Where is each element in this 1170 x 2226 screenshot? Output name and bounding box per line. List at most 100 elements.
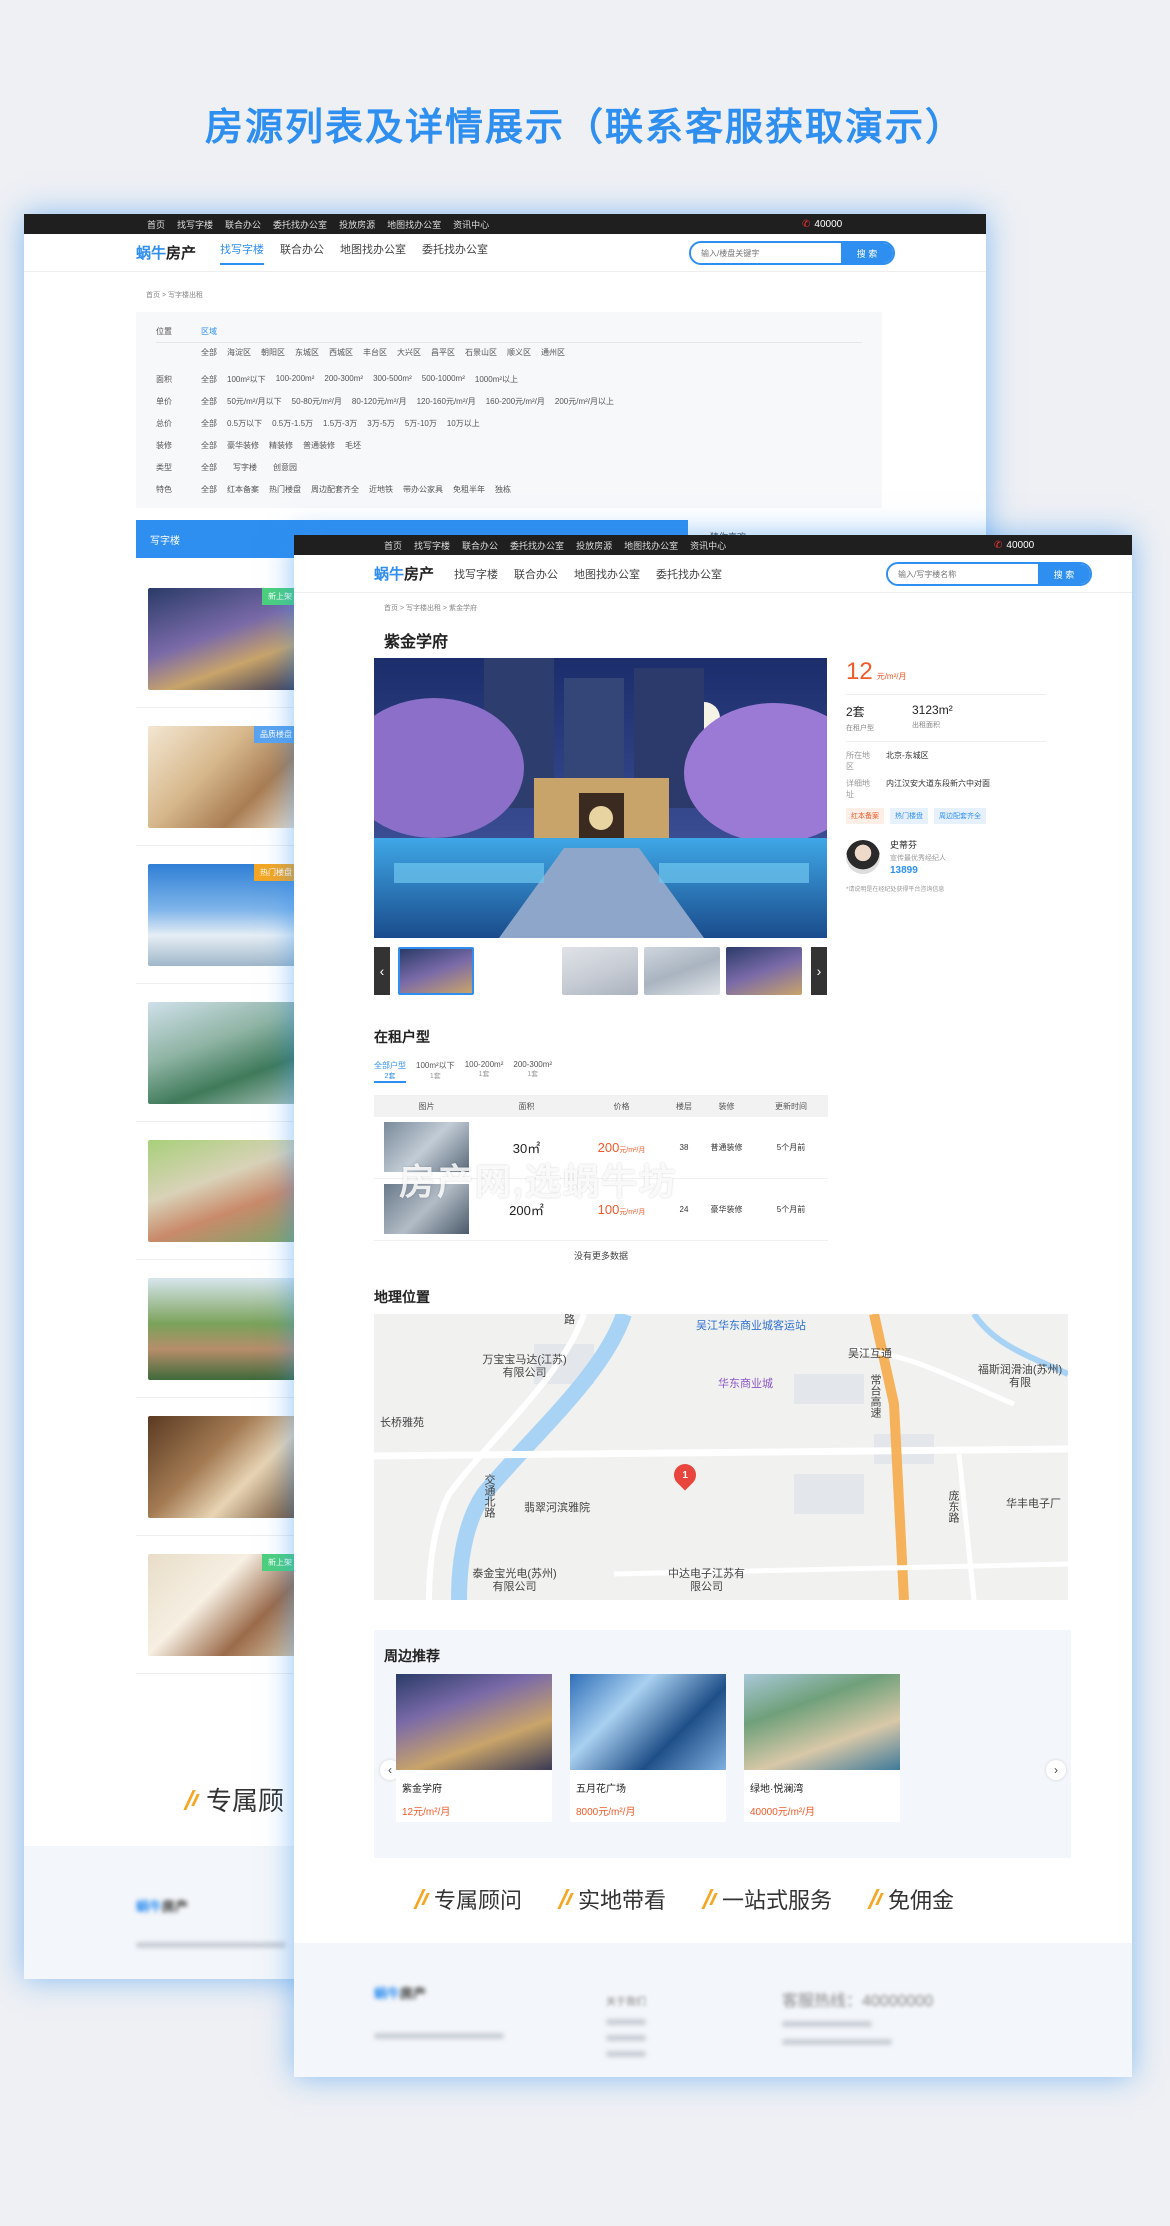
- filter-option[interactable]: 50元/m²/月以下: [227, 396, 282, 407]
- filter-option[interactable]: 全部: [201, 440, 217, 451]
- footer-about[interactable]: 关于我们: [606, 1993, 646, 2008]
- top-link[interactable]: 联合办公: [225, 218, 261, 231]
- nav-item[interactable]: 联合办公: [514, 566, 558, 582]
- nav-item[interactable]: 地图找办公室: [574, 566, 640, 582]
- main-photo[interactable]: [374, 658, 827, 938]
- table-row[interactable]: 30㎡ 200元/m²/月 38 普通装修 5个月前: [374, 1117, 828, 1179]
- chevron-right-icon[interactable]: ›: [811, 947, 827, 995]
- listing-photo[interactable]: 品质楼盘: [148, 726, 298, 828]
- search-input[interactable]: [888, 569, 1038, 579]
- filter-option[interactable]: 热门楼盘: [269, 484, 301, 495]
- filter-option[interactable]: 500-1000m²: [422, 374, 465, 385]
- filter-option-district[interactable]: 区域: [201, 326, 217, 337]
- filter-option[interactable]: 200-300m²: [324, 374, 363, 385]
- district-option[interactable]: 大兴区: [397, 347, 421, 358]
- top-link[interactable]: 投放房源: [576, 539, 612, 552]
- photo-thumb[interactable]: [562, 947, 638, 995]
- top-link[interactable]: 联合办公: [462, 539, 498, 552]
- listing-photo[interactable]: [148, 1278, 298, 1380]
- search-button[interactable]: 搜 索: [1038, 564, 1090, 584]
- top-link[interactable]: 首页: [147, 218, 165, 231]
- filter-option[interactable]: 普通装修: [303, 440, 335, 451]
- listing-photo[interactable]: 新上架: [148, 1554, 298, 1656]
- filter-option[interactable]: 0.5万-1.5万: [272, 418, 313, 429]
- table-row[interactable]: 200㎡ 100元/m²/月 24 豪华装修 5个月前: [374, 1179, 828, 1241]
- photo-thumb[interactable]: [644, 947, 720, 995]
- top-link[interactable]: 首页: [384, 539, 402, 552]
- filter-option[interactable]: 免租半年: [453, 484, 485, 495]
- photo-thumb[interactable]: [398, 947, 474, 995]
- filter-option[interactable]: 带办公家具: [403, 484, 443, 495]
- tab-unit-size[interactable]: 100-200m² 1套: [465, 1060, 504, 1083]
- district-option[interactable]: 朝阳区: [261, 347, 285, 358]
- filter-option[interactable]: 1.5万-3万: [323, 418, 357, 429]
- filter-option[interactable]: 独栋: [495, 484, 511, 495]
- filter-option[interactable]: 写字楼: [233, 462, 257, 473]
- filter-option[interactable]: 100m²以下: [227, 374, 266, 385]
- district-option[interactable]: 西城区: [329, 347, 353, 358]
- nav-item[interactable]: 委托找办公室: [422, 241, 488, 265]
- top-link[interactable]: 地图找办公室: [624, 539, 678, 552]
- top-link[interactable]: 委托找办公室: [510, 539, 564, 552]
- filter-option[interactable]: 毛坯: [345, 440, 361, 451]
- filter-option[interactable]: 全部: [201, 374, 217, 385]
- district-option[interactable]: 东城区: [295, 347, 319, 358]
- filter-option[interactable]: 100-200m²: [276, 374, 315, 385]
- top-link[interactable]: 投放房源: [339, 218, 375, 231]
- district-option[interactable]: 全部: [201, 347, 217, 358]
- chevron-left-icon[interactable]: ‹: [374, 947, 390, 995]
- top-link[interactable]: 委托找办公室: [273, 218, 327, 231]
- filter-option[interactable]: 红本备案: [227, 484, 259, 495]
- nearby-card[interactable]: 五月花广场 8000元/m²/月: [570, 1674, 726, 1822]
- district-option[interactable]: 丰台区: [363, 347, 387, 358]
- nav-item[interactable]: 地图找办公室: [340, 241, 406, 265]
- unit-photo[interactable]: [384, 1121, 469, 1172]
- listing-photo[interactable]: 新上架: [148, 588, 298, 690]
- listing-photo[interactable]: [148, 1002, 298, 1104]
- tab-unit-size[interactable]: 200-300m² 1套: [513, 1060, 552, 1083]
- filter-option[interactable]: 精装修: [269, 440, 293, 451]
- nav-item[interactable]: 找写字楼: [454, 566, 498, 582]
- filter-option[interactable]: 豪华装修: [227, 440, 259, 451]
- site-logo[interactable]: 蜗牛房产: [374, 563, 434, 584]
- site-logo[interactable]: 蜗牛房产: [136, 242, 196, 263]
- chevron-right-icon[interactable]: ›: [1046, 1760, 1066, 1780]
- filter-option[interactable]: 创意园: [273, 462, 297, 473]
- top-link[interactable]: 资讯中心: [690, 539, 726, 552]
- unit-photo[interactable]: [384, 1183, 469, 1234]
- search-button[interactable]: 搜 索: [841, 243, 893, 263]
- district-option[interactable]: 石景山区: [465, 347, 497, 358]
- filter-option[interactable]: 近地铁: [369, 484, 393, 495]
- nav-item[interactable]: 联合办公: [280, 241, 324, 265]
- filter-option[interactable]: 50-80元/m²/月: [292, 396, 342, 407]
- filter-option[interactable]: 全部: [201, 484, 217, 495]
- filter-option[interactable]: 0.5万以下: [227, 418, 262, 429]
- filter-option[interactable]: 10万以上: [447, 418, 480, 429]
- district-option[interactable]: 顺义区: [507, 347, 531, 358]
- tab-all-units[interactable]: 全部户型 2套: [374, 1060, 406, 1083]
- filter-option[interactable]: 5万-10万: [405, 418, 437, 429]
- agent-phone[interactable]: 13899: [890, 865, 946, 876]
- listing-photo[interactable]: [148, 1416, 298, 1518]
- filter-option[interactable]: 200元/m²/月以上: [555, 396, 614, 407]
- top-link[interactable]: 找写字楼: [177, 218, 213, 231]
- top-link[interactable]: 地图找办公室: [387, 218, 441, 231]
- filter-option[interactable]: 160-200元/m²/月: [486, 396, 545, 407]
- top-link[interactable]: 找写字楼: [414, 539, 450, 552]
- nearby-card[interactable]: 紫金学府 12元/m²/月: [396, 1674, 552, 1822]
- location-map[interactable]: 吴江华东商业城客运站 华东商业城 万宝宝马达(江苏)有限公司 长桥雅苑 交通北路…: [374, 1314, 1068, 1600]
- nav-item[interactable]: 找写字楼: [220, 241, 265, 265]
- listing-photo[interactable]: [148, 1140, 298, 1242]
- filter-option[interactable]: 全部: [201, 418, 217, 429]
- district-option[interactable]: 昌平区: [431, 347, 455, 358]
- photo-thumb[interactable]: [726, 947, 802, 995]
- filter-option[interactable]: 80-120元/m²/月: [352, 396, 407, 407]
- nearby-card[interactable]: 绿地·悦澜湾 40000元/m²/月: [744, 1674, 900, 1822]
- listing-photo[interactable]: 热门楼盘: [148, 864, 298, 966]
- district-option[interactable]: 海淀区: [227, 347, 251, 358]
- top-link[interactable]: 资讯中心: [453, 218, 489, 231]
- tab-unit-size[interactable]: 100m²以下 1套: [416, 1060, 455, 1083]
- district-option[interactable]: 通州区: [541, 347, 565, 358]
- filter-option[interactable]: 300-500m²: [373, 374, 412, 385]
- filter-option[interactable]: 全部: [201, 462, 217, 473]
